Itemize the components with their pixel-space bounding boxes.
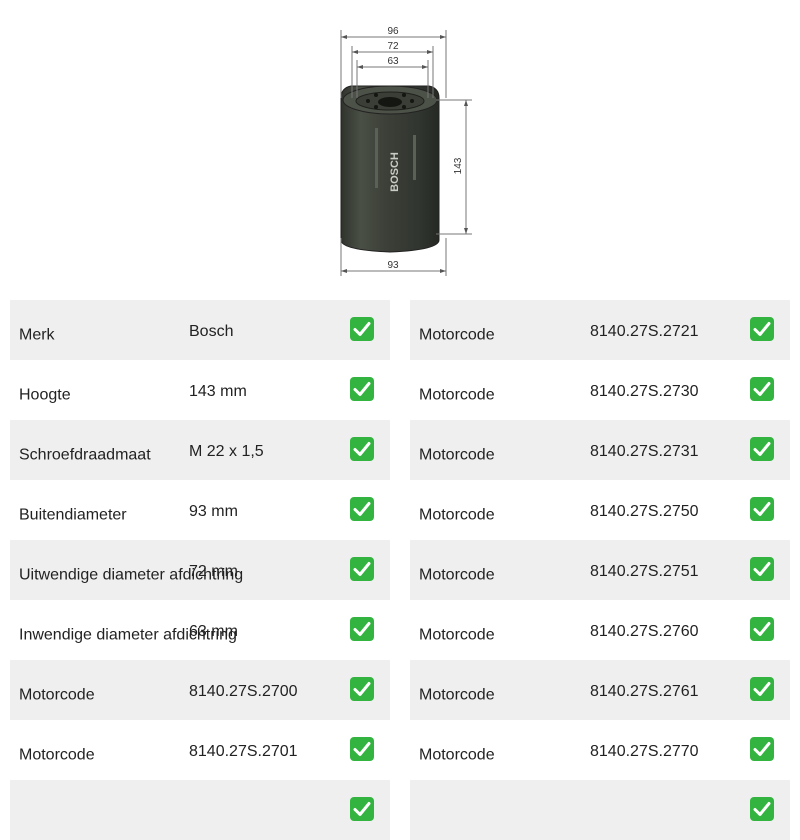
checkmark-icon	[350, 677, 374, 701]
table-row	[10, 780, 390, 840]
row-value: 8140.27S.2761	[590, 682, 699, 700]
row-value: 8140.27S.2731	[590, 442, 699, 460]
checkmark-icon	[350, 617, 374, 641]
spec-table-left: Merk Bosch Hoogte 143 mm Schroefdraadmaa…	[10, 300, 390, 840]
checkmark-icon	[350, 737, 374, 761]
row-value: 8140.27S.2751	[590, 562, 699, 580]
row-value: 72 mm	[189, 562, 238, 580]
row-value: 8140.27S.2750	[590, 502, 699, 520]
dim-height: 143	[453, 157, 464, 174]
spec-table-right: Motorcode 8140.27S.2721 Motorcode 8140.2…	[410, 300, 790, 840]
checkmark-icon	[750, 737, 774, 761]
table-row: Motorcode 8140.27S.2760	[410, 600, 790, 660]
row-value: 143 mm	[189, 382, 247, 400]
row-value: 8140.27S.2701	[189, 742, 298, 760]
table-row: Motorcode 8140.27S.2730	[410, 360, 790, 420]
row-label: Motorcode	[419, 686, 495, 704]
row-label: Motorcode	[19, 746, 95, 764]
checkmark-icon	[350, 317, 374, 341]
table-row: Buitendiameter 93 mm	[10, 480, 390, 540]
table-row: Motorcode 8140.27S.2751	[410, 540, 790, 600]
row-value: 93 mm	[189, 502, 238, 520]
checkmark-icon	[750, 377, 774, 401]
row-value: 8140.27S.2770	[590, 742, 699, 760]
checkmark-icon	[350, 377, 374, 401]
dim-seal-inner: 63	[387, 56, 399, 67]
table-row: Hoogte 143 mm	[10, 360, 390, 420]
table-row: Inwendige diameter afdichtring 63 mm	[10, 600, 390, 660]
checkmark-icon	[350, 437, 374, 461]
row-label: Schroefdraadmaat	[19, 446, 151, 464]
table-row: Motorcode 8140.27S.2700	[10, 660, 390, 720]
checkmark-icon	[750, 617, 774, 641]
row-value: 63 mm	[189, 622, 238, 640]
checkmark-icon	[750, 497, 774, 521]
row-label: Motorcode	[419, 326, 495, 344]
table-row: Motorcode 8140.27S.2761	[410, 660, 790, 720]
row-label: Motorcode	[419, 386, 495, 404]
table-row: Uitwendige diameter afdichtring 72 mm	[10, 540, 390, 600]
table-row: Motorcode 8140.27S.2770	[410, 720, 790, 780]
row-label: Merk	[19, 326, 55, 344]
row-value: 8140.27S.2730	[590, 382, 699, 400]
row-label: Motorcode	[419, 626, 495, 644]
dim-seal-outer: 72	[387, 41, 399, 52]
table-row: Motorcode 8140.27S.2750	[410, 480, 790, 540]
row-label: Buitendiameter	[19, 506, 127, 524]
checkmark-icon	[750, 437, 774, 461]
table-row: Motorcode 8140.27S.2731	[410, 420, 790, 480]
table-row	[410, 780, 790, 840]
row-label: Motorcode	[419, 446, 495, 464]
row-value: 8140.27S.2721	[590, 322, 699, 340]
row-value: 8140.27S.2700	[189, 682, 298, 700]
row-label: Motorcode	[419, 746, 495, 764]
checkmark-icon	[750, 677, 774, 701]
checkmark-icon	[750, 557, 774, 581]
product-drawing: BOSCH 96 72 63 143 93	[0, 0, 800, 290]
row-label: Hoogte	[19, 386, 71, 404]
row-value: Bosch	[189, 322, 234, 340]
table-row: Motorcode 8140.27S.2721	[410, 300, 790, 360]
checkmark-icon	[750, 317, 774, 341]
row-value: 8140.27S.2760	[590, 622, 699, 640]
row-label: Motorcode	[419, 506, 495, 524]
checkmark-icon	[350, 557, 374, 581]
checkmark-icon	[750, 797, 774, 821]
dim-outer-top: 96	[387, 26, 399, 37]
oil-filter-drawing: BOSCH 96 72 63 143 93	[340, 26, 472, 276]
row-value: M 22 x 1,5	[189, 442, 264, 460]
brand-logo: BOSCH	[389, 152, 401, 192]
row-label: Motorcode	[419, 566, 495, 584]
table-row: Schroefdraadmaat M 22 x 1,5	[10, 420, 390, 480]
row-label: Motorcode	[19, 686, 95, 704]
checkmark-icon	[350, 797, 374, 821]
table-row: Motorcode 8140.27S.2701	[10, 720, 390, 780]
dim-outer-bottom: 93	[387, 260, 399, 271]
checkmark-icon	[350, 497, 374, 521]
table-row: Merk Bosch	[10, 300, 390, 360]
